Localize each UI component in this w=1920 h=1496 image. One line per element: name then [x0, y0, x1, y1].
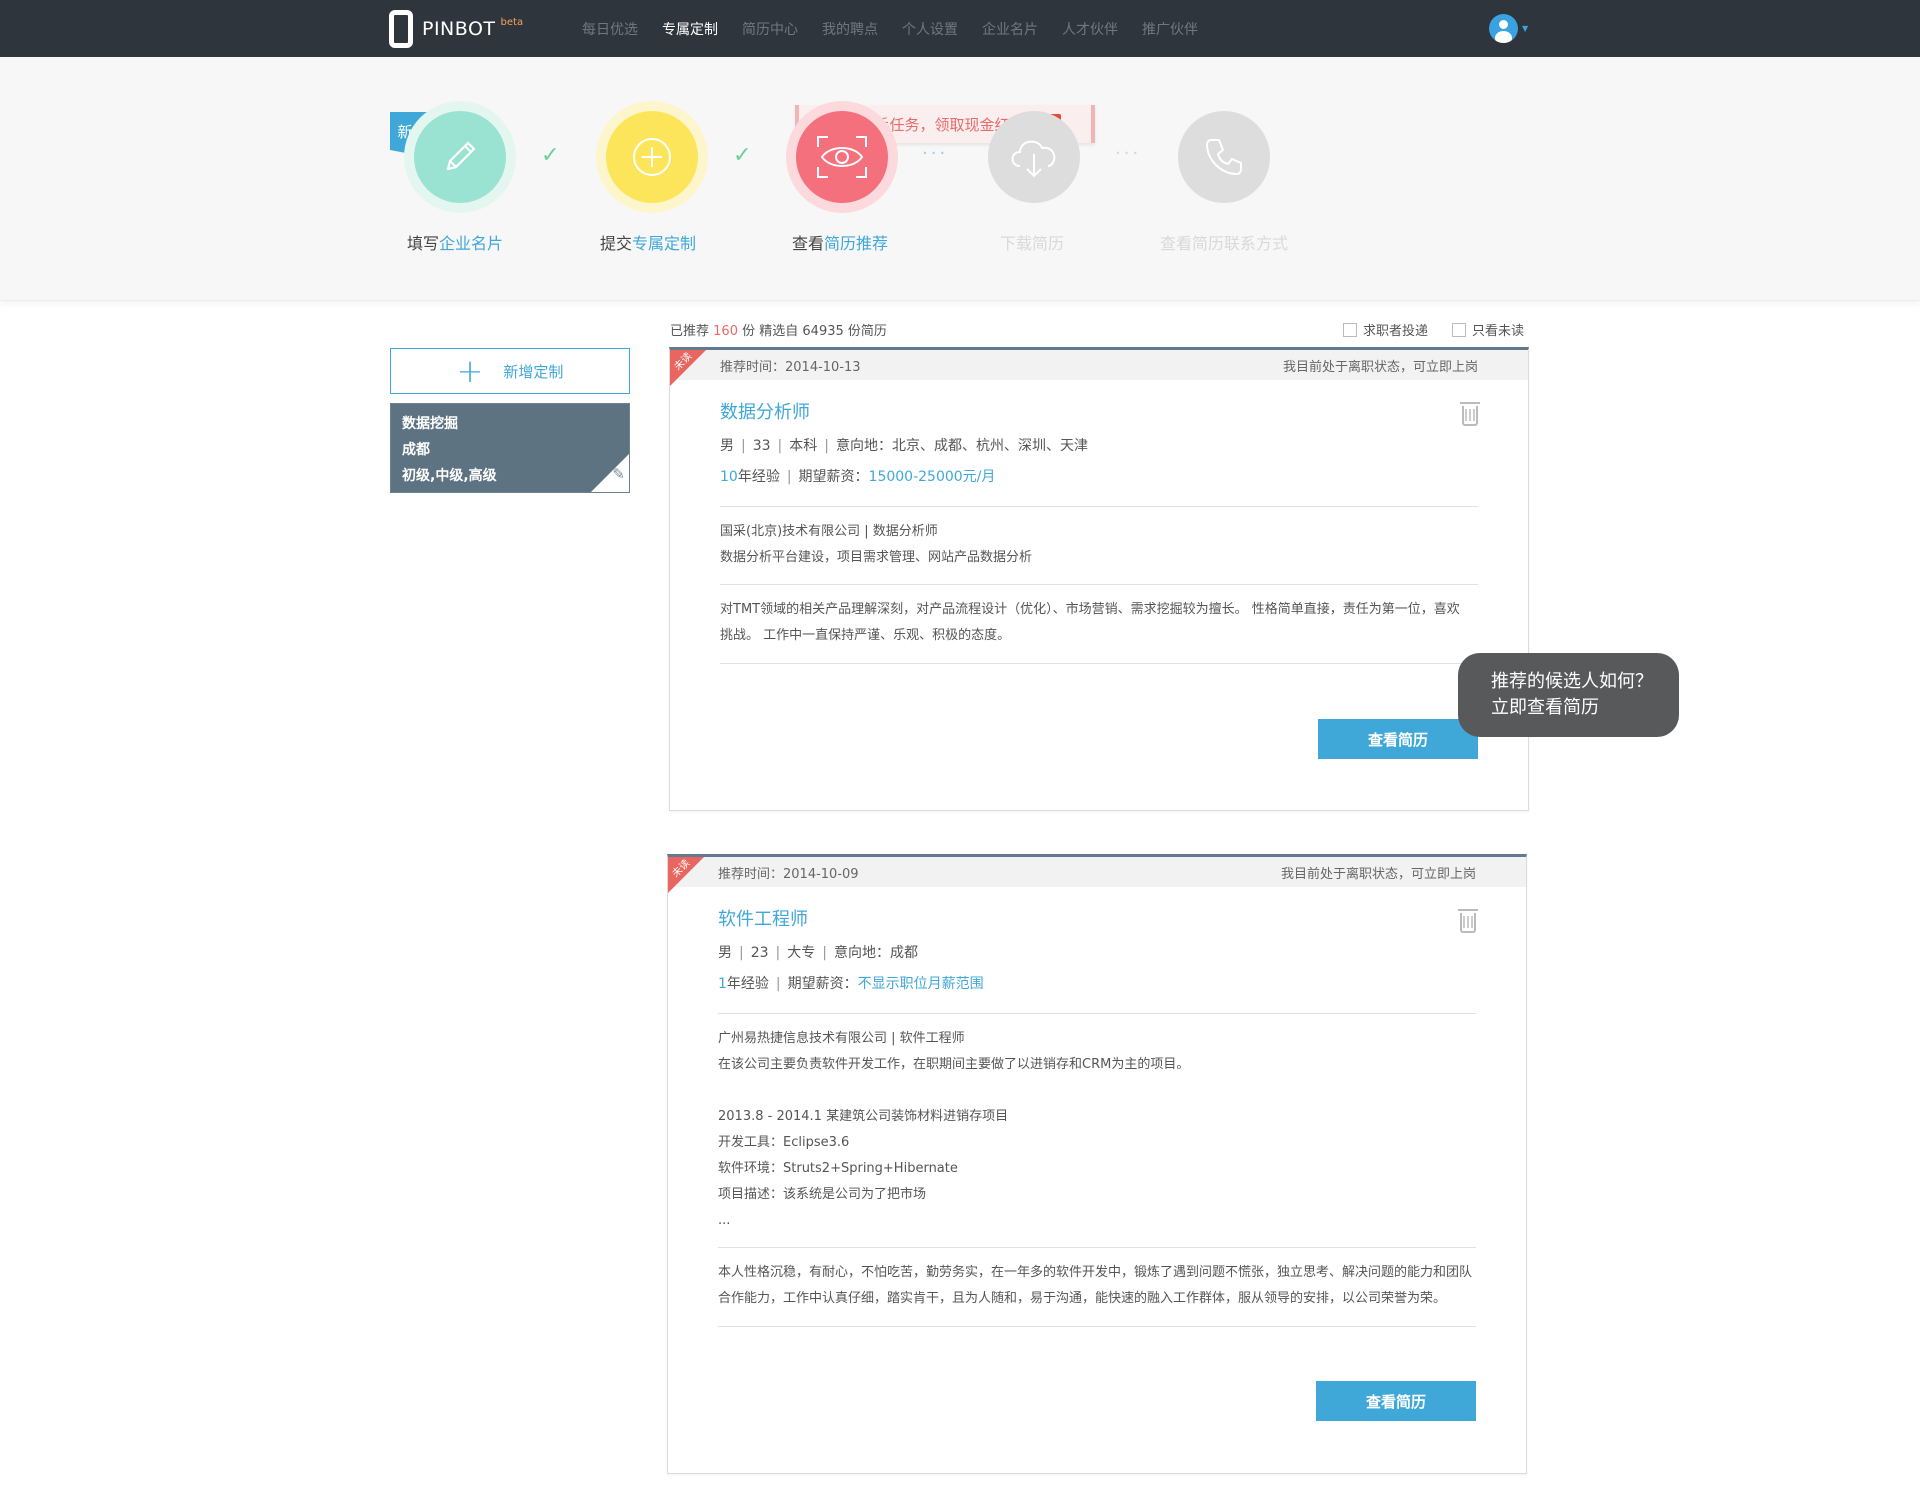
pencil-icon	[446, 141, 476, 171]
recommend-count: 160	[713, 324, 738, 339]
dots-icon: ···	[1115, 143, 1142, 164]
job-title[interactable]: 数据分析师	[720, 398, 1478, 424]
card-header: 推荐时间：2014-10-09 我目前处于离职状态，可立即上岗	[668, 857, 1526, 887]
trash-icon[interactable]	[1460, 402, 1480, 426]
custom-item-level: 初级,中级,高级	[402, 468, 497, 484]
nav-item-custom[interactable]: 专属定制	[662, 19, 718, 39]
work-experience: 广州易热捷信息技术有限公司 | 软件工程师 在该公司主要负责软件开发工作，在职期…	[718, 1031, 1190, 1072]
candidate-basic-info: 男 | 33 | 本科 | 意向地：北京、成都、杭州、深圳、天津	[720, 438, 1088, 454]
nav-item-settings[interactable]: 个人设置	[902, 19, 958, 39]
add-custom-label: 新增定制	[503, 362, 564, 381]
step-label-company-card: 填写企业名片	[407, 234, 504, 253]
filter-applicant[interactable]: 求职者投递	[1343, 320, 1428, 339]
logo[interactable]: PINBOT beta	[389, 9, 523, 49]
candidate-basic-info: 男 | 23 | 大专 | 意向地：成都	[718, 945, 918, 961]
custom-item-card[interactable]: 数据挖掘 成都 初级,中级,高级 ✎	[390, 403, 630, 493]
nav-item-company-card[interactable]: 企业名片	[982, 19, 1038, 39]
top-navbar: PINBOT beta 每日优选 专属定制 简历中心 我的聘点 个人设置 企业名…	[0, 0, 1920, 57]
eye-scan-icon	[817, 136, 867, 178]
step-download-resume[interactable]	[978, 101, 1090, 213]
job-title[interactable]: 软件工程师	[718, 905, 1476, 931]
unread-checkbox[interactable]	[1452, 322, 1467, 337]
self-summary: 本人性格沉稳，有耐心，不怕吃苦，勤劳务实，在一年多的软件开发中，锻炼了遇到问题不…	[718, 1265, 1473, 1306]
filters: 求职者投递 只看未读	[1343, 320, 1524, 339]
self-summary: 对TMT领域的相关产品理解深刻，对产品流程设计（优化）、市场营销、需求挖掘较为擅…	[720, 602, 1460, 643]
resume-card: 未读 推荐时间：2014-10-13 我目前处于离职状态，可立即上岗 数据分析师…	[669, 347, 1529, 811]
recommend-date: 2014-10-09	[783, 866, 859, 882]
divider	[720, 663, 1478, 664]
nav-item-daily[interactable]: 每日优选	[582, 19, 638, 39]
plus-icon: +	[456, 352, 484, 390]
applicant-checkbox[interactable]	[1343, 322, 1357, 337]
view-resume-button[interactable]: 查看简历	[1318, 719, 1478, 759]
divider	[718, 1247, 1476, 1248]
nav-item-resume-center[interactable]: 简历中心	[742, 19, 798, 39]
work-experience: 国采(北京)技术有限公司 | 数据分析师 数据分析平台建设，项目需求管理、网站产…	[720, 524, 1033, 565]
filter-unread[interactable]: 只看未读	[1452, 320, 1524, 339]
step-label-download-resume: 下载简历	[1000, 234, 1065, 253]
recommend-date: 2014-10-13	[785, 359, 861, 375]
candidate-exp-salary: 1年经验 | 期望薪资：不显示职位月薪范围	[718, 976, 984, 992]
dots-icon: ···	[922, 143, 949, 164]
card-header: 推荐时间：2014-10-13 我目前处于离职状态，可立即上岗	[670, 350, 1528, 380]
job-status: 我目前处于离职状态，可立即上岗	[1280, 866, 1476, 882]
logo-text: PINBOT	[422, 18, 496, 40]
check-icon: ✓	[733, 143, 752, 168]
user-menu[interactable]: ▼	[1489, 14, 1528, 43]
caret-down-icon: ▼	[1522, 24, 1529, 33]
nav-item-promo-partner[interactable]: 推广伙伴	[1142, 19, 1198, 39]
candidate-exp-salary: 10年经验 | 期望薪资：15000-25000元/月	[720, 469, 996, 485]
custom-item-keyword: 数据挖掘	[402, 416, 458, 432]
project-experience: 2013.8 - 2014.1 某建筑公司装饰材料进销存项目 开发工具：Ecli…	[718, 1109, 1009, 1228]
add-custom-button[interactable]: + 新增定制	[390, 348, 630, 394]
trash-icon[interactable]	[1458, 909, 1478, 933]
cloud-download-icon	[1011, 140, 1056, 178]
job-status: 我目前处于离职状态，可立即上岗	[1282, 359, 1478, 375]
step-label-view-resume: 查看简历推荐	[792, 234, 889, 253]
step-label-custom-submit: 提交专属定制	[600, 234, 697, 253]
plus-circle-icon	[633, 138, 671, 176]
custom-item-city: 成都	[402, 442, 430, 458]
user-avatar-icon	[1489, 14, 1518, 43]
view-resume-button[interactable]: 查看简历	[1316, 1381, 1476, 1421]
beta-badge: beta	[500, 16, 524, 28]
step-label-view-contact: 查看简历联系方式	[1160, 234, 1289, 253]
phone-icon	[1206, 139, 1242, 175]
recommend-summary: 已推荐 160 份 精选自 64935 份简历	[670, 324, 887, 339]
divider	[720, 506, 1478, 507]
step-custom-submit[interactable]	[596, 101, 708, 213]
newbie-guide-panel: 新手引导 完成新手任务，领取现金红包 填写企业名片 ✓ 提交专属定制 ✓ 查看简…	[0, 57, 1920, 301]
nav-item-my-points[interactable]: 我的聘点	[822, 19, 878, 39]
step-view-contact[interactable]	[1168, 101, 1280, 213]
view-resume-tooltip: 推荐的候选人如何？ 立即查看简历	[1458, 653, 1679, 737]
total-resume-count: 64935	[802, 324, 844, 339]
divider	[718, 1013, 1476, 1014]
nav-item-talent-partner[interactable]: 人才伙伴	[1062, 19, 1118, 39]
check-icon: ✓	[541, 143, 560, 168]
logo-mark-icon	[389, 10, 413, 48]
step-view-resume[interactable]	[786, 101, 898, 213]
main-nav: 每日优选 专属定制 简历中心 我的聘点 个人设置 企业名片 人才伙伴 推广伙伴	[582, 19, 1198, 39]
divider	[720, 584, 1478, 585]
step-company-card[interactable]	[404, 101, 516, 213]
divider	[718, 1326, 1476, 1327]
resume-card: 未读 推荐时间：2014-10-09 我目前处于离职状态，可立即上岗 软件工程师…	[667, 854, 1527, 1474]
edit-icon[interactable]: ✎	[612, 461, 625, 487]
